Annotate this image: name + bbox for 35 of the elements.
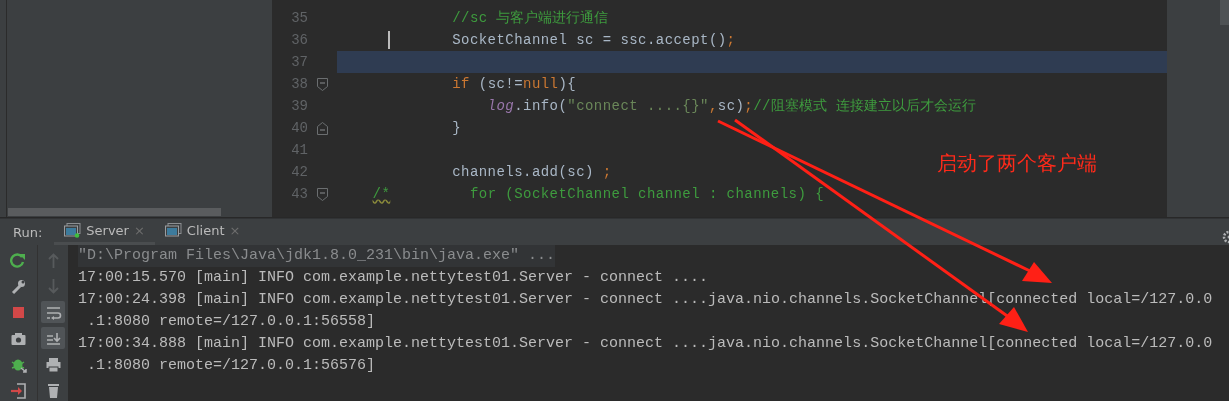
- code-line: }: [451, 120, 462, 136]
- code-line: if (sc!=null){: [451, 76, 577, 92]
- wrench-icon: [10, 277, 27, 295]
- scrollbar[interactable]: [8, 208, 221, 216]
- log-line: 17:00:34.888 [main] INFO com.example.nettytest01.Server - connect ....java.nio.channels.SocketChannel[connected local=/127.0.0: [78, 335, 1213, 352]
- code-line: SocketChannel sc = ssc.accept();: [451, 32, 736, 48]
- exit-icon: [10, 381, 27, 399]
- fold-icon[interactable]: [317, 121, 328, 135]
- line-number: 39: [290, 98, 308, 114]
- log-line: .1:8080 remote=/127.0.0.1:56558]: [86, 313, 376, 330]
- line-number: 37: [290, 54, 308, 70]
- run-tab[interactable]: Client ×: [154, 219, 251, 245]
- line-number: 38: [290, 76, 308, 92]
- line-number: 36: [290, 32, 308, 48]
- line-number: 41: [290, 142, 308, 158]
- line-number: 43: [290, 186, 308, 202]
- annotation-text: 启动了两个客户端: [937, 150, 1097, 177]
- line-number: 40: [290, 120, 308, 136]
- fold-icon[interactable]: [317, 187, 328, 201]
- rerun-icon: [10, 251, 27, 269]
- soft-wrap-button[interactable]: [41, 301, 65, 323]
- code-line: channels.add(sc) ;: [451, 164, 612, 180]
- scroll-to-end-button[interactable]: [41, 327, 65, 349]
- panel-title: Run:: [12, 224, 44, 240]
- fold-icon[interactable]: [317, 77, 328, 91]
- code-line: //sc 与客户端进行通信: [451, 9, 609, 27]
- code-line: /* for (SocketChannel channel : channels) {: [371, 186, 824, 202]
- log-line: .1:8080 remote=/127.0.0.1:56576]: [86, 357, 376, 374]
- settings-icon[interactable]: [1221, 229, 1229, 244]
- line-number: 42: [290, 164, 308, 180]
- log-line: 17:00:15.570 [main] INFO com.example.nettytest01.Server - connect ....: [78, 269, 709, 286]
- console-icon: [164, 223, 182, 238]
- code-line: log.info("connect ....{}",sc);//阻塞模式 连接建立以后才会运行: [486, 97, 976, 115]
- line-number: 35: [290, 10, 308, 26]
- printer-icon: [44, 355, 62, 373]
